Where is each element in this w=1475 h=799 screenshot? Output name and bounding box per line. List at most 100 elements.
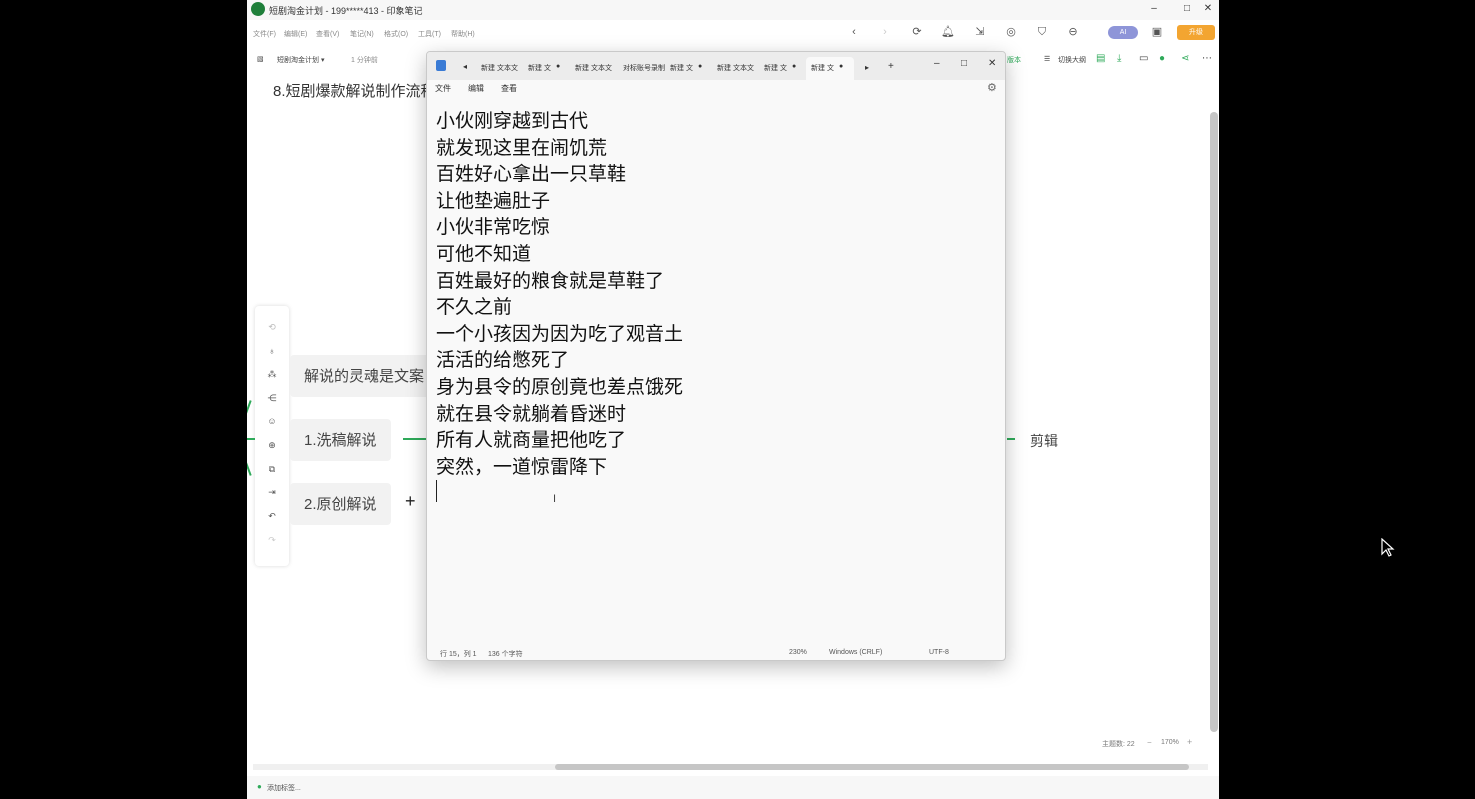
menu-note[interactable]: 笔记(N) xyxy=(350,29,374,39)
notepad-close-icon[interactable]: ✕ xyxy=(988,58,996,69)
line-ending: Windows (CRLF) xyxy=(829,649,883,656)
tab-7[interactable]: 新建 文 xyxy=(764,63,787,73)
tab-1[interactable]: 新建 文本文 xyxy=(481,63,518,73)
add-node-icon[interactable]: + xyxy=(405,491,416,512)
tab-active-close-icon[interactable]: ● xyxy=(839,63,843,70)
structure-icon[interactable]: ⁂ xyxy=(265,367,279,381)
text-caret xyxy=(436,480,437,502)
window-title: 短剧淘金计划 - 199*****413 - 印象笔记 xyxy=(269,6,423,16)
connector-line xyxy=(247,460,252,476)
branch-icon[interactable]: ⋲ xyxy=(265,391,279,405)
outline-icon[interactable]: ☰ xyxy=(1044,55,1050,63)
tab-5-close-icon[interactable]: ● xyxy=(698,63,702,70)
forward-icon[interactable]: › xyxy=(877,24,893,40)
menu-edit[interactable]: 编辑(E) xyxy=(284,29,307,39)
close-icon[interactable]: ✕ xyxy=(1199,2,1217,16)
lightbulb-icon[interactable]: ♁ xyxy=(265,344,279,358)
version-label[interactable]: 版本 xyxy=(1007,55,1021,65)
ai-button[interactable]: AI xyxy=(1108,26,1138,39)
menu-format[interactable]: 格式(O) xyxy=(384,29,408,39)
encoding: UTF-8 xyxy=(929,649,949,656)
notepad-minimize-icon[interactable]: – xyxy=(934,58,940,69)
new-tab-icon[interactable]: + xyxy=(888,61,894,72)
document-title[interactable]: 8.短剧爆款解说制作流程 xyxy=(273,80,436,101)
connector-line xyxy=(1007,438,1015,440)
tab-4[interactable]: 对标账号录制 xyxy=(623,63,665,73)
title-bar: 短剧淘金计划 - 199*****413 - 印象笔记 – □ ✕ xyxy=(247,0,1219,20)
user-icon[interactable]: ● xyxy=(1159,53,1165,64)
notepad-settings-icon[interactable]: ⚙ xyxy=(987,81,997,94)
scroll-tabs-right-icon[interactable]: ▸ xyxy=(865,63,869,72)
redo-icon[interactable]: ↷ xyxy=(265,533,279,547)
upgrade-button[interactable]: 升级 xyxy=(1177,25,1215,40)
download-icon[interactable]: ⤓ xyxy=(1117,53,1121,64)
more-icon[interactable]: ⋯ xyxy=(1202,53,1212,64)
menu-help[interactable]: 帮助(H) xyxy=(451,29,475,39)
evernote-logo-icon xyxy=(251,2,265,16)
mindmap-node-2[interactable]: 2.原创解说 xyxy=(290,483,391,525)
topic-count: 主题数: 22 xyxy=(1102,741,1135,748)
share-icon[interactable]: ⋖ xyxy=(1181,53,1189,64)
menu-file[interactable]: 文件(F) xyxy=(253,29,276,39)
tab-3[interactable]: 新建 文本文 xyxy=(575,63,612,73)
mindmap-root-node[interactable]: 解说的灵魂是文案 xyxy=(290,355,439,397)
minimize-icon[interactable]: – xyxy=(1145,2,1163,16)
notepad-tab-bar: ◂ 新建 文本文 新建 文 ● 新建 文本文 对标账号录制 新建 文 ● 新建 … xyxy=(427,52,1005,80)
tab-6[interactable]: 新建 文本文 xyxy=(717,63,754,73)
tab-2-close-icon[interactable]: ● xyxy=(556,63,560,70)
mindmap-node-1[interactable]: 1.洗稿解说 xyxy=(290,419,391,461)
scroll-tabs-left-icon[interactable]: ◂ xyxy=(463,62,467,71)
notepad-zoom: 230% xyxy=(789,649,807,656)
cursor-position: 行 15，列 1 xyxy=(440,651,477,658)
vertical-scrollbar[interactable] xyxy=(1210,112,1218,732)
add-tag-input[interactable]: 添加标签... xyxy=(267,783,301,793)
back-icon[interactable]: ‹ xyxy=(846,24,862,40)
image-icon[interactable]: ⧉ xyxy=(265,462,279,476)
text-line: 可他不知道 xyxy=(436,242,532,265)
export-icon[interactable]: ▤ xyxy=(1096,53,1105,64)
more-circle-icon[interactable]: ⊖ xyxy=(1065,24,1081,40)
connector-line xyxy=(247,438,255,440)
link-icon[interactable]: ⇥ xyxy=(265,485,279,499)
text-line: 百姓好心拿出一只草鞋 xyxy=(436,163,627,186)
text-line: 就在县令就躺着昏迷时 xyxy=(436,402,627,425)
notepad-menu-edit[interactable]: 编辑 xyxy=(468,83,484,94)
undo-icon[interactable]: ↶ xyxy=(265,509,279,523)
emoji-icon[interactable]: ☺ xyxy=(265,414,279,428)
text-line: 一个小孩因为因为吃了观音土 xyxy=(436,322,684,345)
notebook-selector[interactable]: 短剧淘金计划 ▾ xyxy=(277,55,324,65)
notepad-text-area[interactable]: 小伙刚穿越到古代 就发现这里在闹饥荒 百姓好心拿出一只草鞋 让他垫遍肚子 小伙非… xyxy=(436,108,996,480)
notepad-menu-bar: 文件 编辑 查看 ⚙ xyxy=(427,80,1005,98)
tab-active[interactable]: 新建 文 xyxy=(811,63,834,73)
text-line: 所有人就商量把他吃了 xyxy=(436,429,627,452)
notepad-menu-view[interactable]: 查看 xyxy=(501,83,517,94)
sidebar-toggle-icon[interactable]: ▧ xyxy=(257,55,264,63)
notepad-app-icon xyxy=(436,60,446,71)
tab-2[interactable]: 新建 文 xyxy=(528,63,551,73)
add-circle-icon[interactable]: ⊕ xyxy=(265,438,279,452)
text-line: 让他垫遍肚子 xyxy=(436,189,551,212)
bell-icon[interactable]: 🔔︎ xyxy=(940,24,956,40)
present-icon[interactable]: ▭ xyxy=(1139,53,1148,64)
sync-icon[interactable]: ⟳ xyxy=(909,24,925,40)
zoom-in-icon[interactable]: + xyxy=(1187,737,1192,747)
menu-tools[interactable]: 工具(T) xyxy=(418,29,441,39)
zoom-out-icon[interactable]: − xyxy=(1147,738,1152,747)
outline-toggle[interactable]: 切换大纲 xyxy=(1058,55,1086,65)
maximize-icon[interactable]: □ xyxy=(1178,2,1196,16)
target-icon[interactable]: ◎ xyxy=(1003,24,1019,40)
horizontal-scrollbar[interactable] xyxy=(555,764,1189,770)
tab-7-close-icon[interactable]: ● xyxy=(792,63,796,70)
text-line: 突然，一道惊雷降下 xyxy=(436,455,608,478)
notepad-maximize-icon[interactable]: □ xyxy=(961,58,967,69)
notepad-menu-file[interactable]: 文件 xyxy=(435,83,451,94)
notepad-status-bar: 行 15，列 1 136 个字符 230% Windows (CRLF) UTF… xyxy=(427,644,1005,660)
tab-5[interactable]: 新建 文 xyxy=(670,63,693,73)
account-icon[interactable]: ▣ xyxy=(1149,24,1165,40)
format-painter-icon[interactable]: ⟲ xyxy=(265,320,279,334)
text-line: 不久之前 xyxy=(436,296,513,319)
import-icon[interactable]: ⇲ xyxy=(972,24,988,40)
shield-icon[interactable]: ⛉ xyxy=(1034,24,1050,40)
mindmap-node-edit[interactable]: 剪辑 xyxy=(1030,431,1058,451)
menu-view[interactable]: 查看(V) xyxy=(316,29,339,39)
